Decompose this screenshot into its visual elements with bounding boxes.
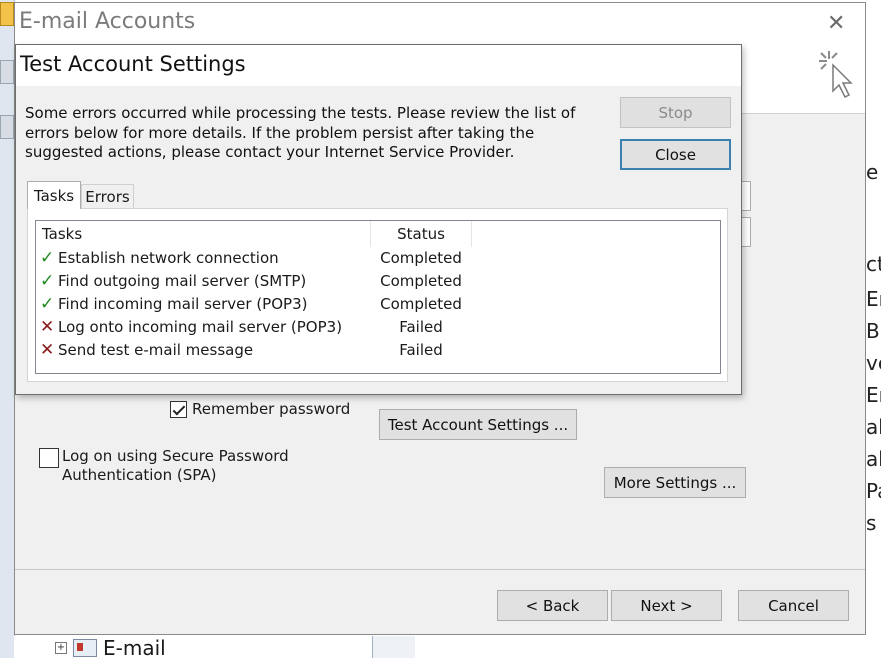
close-button[interactable]: Close [620, 139, 731, 170]
table-row[interactable]: ✓ Find incoming mail server (POP3) Compl… [36, 293, 720, 316]
tree-item-email[interactable]: + E-mail [55, 636, 166, 660]
task-name: Find outgoing mail server (SMTP) [58, 272, 307, 290]
task-name: Send test e-mail message [58, 341, 254, 359]
next-button[interactable]: Next > [611, 590, 722, 621]
message-fragment: e [866, 160, 879, 184]
message-fragment: ab [866, 447, 881, 471]
task-status: Completed [380, 295, 462, 313]
footer-divider [15, 569, 865, 570]
spa-label-line1: Log on using Secure Password [62, 447, 289, 465]
outlook-left-strip [0, 0, 15, 658]
input-field-edge[interactable] [742, 181, 751, 211]
message-fragment: Er [866, 383, 881, 407]
toolbar-icon [0, 60, 14, 84]
task-status: Failed [399, 318, 443, 336]
x-icon: ✕ [40, 317, 55, 337]
spa-checkbox[interactable] [39, 448, 59, 468]
address-book-icon [73, 639, 97, 657]
remember-password-checkbox[interactable] [170, 401, 187, 418]
outlook-pane-divider [372, 636, 415, 658]
test-account-settings-button[interactable]: Test Account Settings ... [379, 409, 577, 440]
message-fragment: ab [866, 415, 881, 439]
message-fragment: ve [866, 351, 881, 375]
task-status: Failed [399, 341, 443, 359]
check-icon: ✓ [40, 248, 55, 268]
error-message: Some errors occurred while processing th… [25, 104, 576, 161]
tab-tasks[interactable]: Tasks [27, 181, 81, 209]
toolbar-icon [0, 115, 14, 139]
back-button[interactable]: < Back [497, 590, 608, 621]
tab-errors[interactable]: Errors [81, 184, 134, 209]
more-settings-button[interactable]: More Settings ... [604, 467, 746, 498]
task-status: Completed [380, 249, 462, 267]
input-field-edge[interactable] [742, 217, 751, 247]
cancel-button[interactable]: Cancel [738, 590, 849, 621]
table-row[interactable]: ✓ Find outgoing mail server (SMTP) Compl… [36, 270, 720, 293]
column-divider[interactable] [471, 221, 472, 247]
folder-icon [0, 2, 14, 26]
cursor-sparkle-icon [819, 51, 853, 99]
task-status: Completed [380, 272, 462, 290]
message-fragment: s J [866, 511, 881, 535]
tree-item-label: E-mail [103, 636, 166, 660]
tasks-panel: Tasks Status ✓ Establish network connect… [27, 208, 728, 382]
dialog-title: E-mail Accounts [19, 9, 196, 34]
table-row[interactable]: ✕ Send test e-mail message Failed [36, 339, 720, 362]
message-fragment: ct [866, 252, 881, 276]
message-fragment: Ba [866, 319, 881, 343]
x-icon: ✕ [40, 340, 55, 360]
task-name: Find incoming mail server (POP3) [58, 295, 308, 313]
message-fragment: Pa [866, 479, 881, 503]
dialog-title: Test Account Settings [20, 52, 246, 76]
check-icon: ✓ [40, 271, 55, 291]
table-row[interactable]: ✓ Establish network connection Completed [36, 247, 720, 270]
stop-button[interactable]: Stop [620, 97, 731, 128]
column-header-status[interactable]: Status [371, 225, 471, 243]
expand-icon[interactable]: + [55, 642, 67, 654]
tab-label: Tasks [33, 186, 75, 205]
task-name: Establish network connection [58, 249, 279, 267]
check-icon: ✓ [40, 294, 55, 314]
column-header-tasks[interactable]: Tasks [42, 225, 82, 243]
table-row[interactable]: ✕ Log onto incoming mail server (POP3) F… [36, 316, 720, 339]
close-icon[interactable]: ✕ [827, 11, 845, 36]
list-header: Tasks Status [36, 221, 720, 247]
test-account-settings-dialog: Test Account Settings Some errors occurr… [15, 44, 742, 395]
task-name: Log onto incoming mail server (POP3) [58, 318, 343, 336]
tab-label: Errors [85, 188, 130, 206]
dialog-titlebar: Test Account Settings [16, 45, 741, 86]
spa-label-line2: Authentication (SPA) [62, 466, 217, 484]
remember-password-label: Remember password [192, 400, 351, 418]
tasks-list: Tasks Status ✓ Establish network connect… [35, 220, 721, 374]
message-fragment: Er [866, 287, 881, 311]
